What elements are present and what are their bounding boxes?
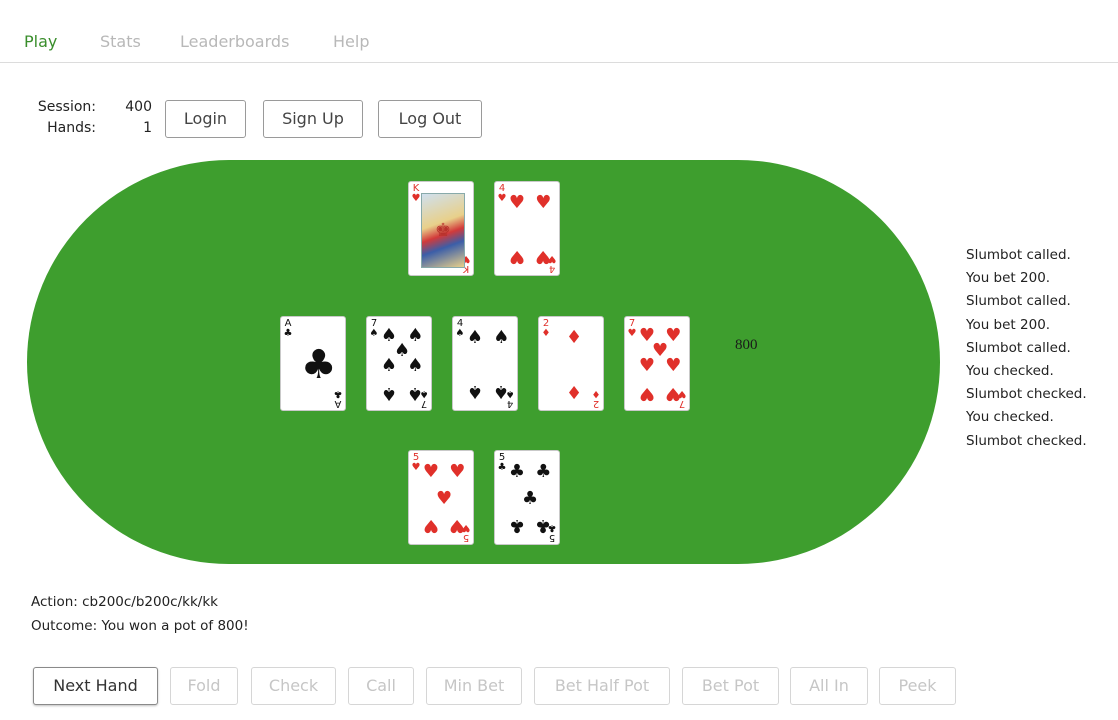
clubs-pip-icon: ♣ — [535, 515, 552, 537]
spades-pip-icon: ♠ — [466, 326, 483, 348]
card-corner-index: 5 ♣ — [497, 453, 507, 473]
spades-suit-icon: ♠ — [369, 328, 379, 339]
clubs-pip-icon: ♣ — [522, 487, 539, 509]
clubs-suit-icon: ♣ — [333, 388, 343, 399]
hearts-pip-icon: ♥ — [638, 355, 655, 377]
card-corner-index: K ♥ — [411, 184, 421, 204]
board-card-7-of-spades: 7 ♠ 7 ♠ ♠ ♠ ♠ ♠ ♠ ♠ ♠ — [366, 316, 432, 411]
signup-button[interactable]: Sign Up — [263, 100, 363, 138]
card-corner-index: 4 ♠ — [455, 319, 465, 339]
all-in-button[interactable]: All In — [790, 667, 868, 705]
bet-half-pot-button[interactable]: Bet Half Pot — [534, 667, 670, 705]
nav-play[interactable]: Play — [24, 32, 57, 51]
hearts-suit-icon: ♥ — [411, 462, 421, 473]
hands-label: Hands: — [47, 120, 96, 136]
fold-button[interactable]: Fold — [170, 667, 238, 705]
card-corner-index: 2 ♦ — [541, 319, 551, 339]
diamonds-pip-icon: ♦ — [566, 326, 583, 348]
board-card-a-of-clubs: A ♣ A ♣ ♣ — [280, 316, 346, 411]
log-line: Slumbot checked. — [966, 432, 1087, 449]
card-corner-index: 2 ♦ — [591, 388, 601, 409]
king-crown-icon: ♚ — [435, 220, 452, 241]
spades-pip-icon: ♠ — [407, 383, 424, 404]
diamonds-pip-icon: ♦ — [566, 381, 583, 403]
hearts-pip-icon: ♥ — [436, 487, 453, 509]
action-log: Slumbot called. You bet 200. Slumbot cal… — [966, 244, 1087, 453]
spades-pip-icon: ♠ — [493, 326, 510, 348]
nav-leaderboards[interactable]: Leaderboards — [180, 32, 289, 51]
log-line: You bet 200. — [966, 316, 1051, 333]
log-line: Slumbot called. — [966, 247, 1071, 263]
hearts-suit-icon: ♥ — [627, 328, 637, 339]
log-line: Slumbot checked. — [966, 386, 1087, 403]
min-bet-button[interactable]: Min Bet — [426, 667, 522, 705]
outcome-text: Outcome: You won a pot of 800! — [31, 618, 249, 634]
check-button[interactable]: Check — [251, 667, 336, 705]
hearts-pip-icon: ♥ — [449, 460, 466, 482]
logout-button[interactable]: Log Out — [378, 100, 482, 138]
diamonds-suit-icon: ♦ — [591, 388, 601, 399]
spades-pip-icon: ♠ — [407, 355, 424, 377]
next-hand-button[interactable]: Next Hand — [33, 667, 158, 705]
clubs-pip-icon: ♣ — [508, 515, 525, 537]
hearts-suit-icon: ♥ — [497, 193, 507, 204]
hearts-pip-icon: ♥ — [422, 460, 439, 482]
hearts-pip-icon: ♥ — [665, 355, 682, 377]
log-line: You checked. — [966, 363, 1054, 380]
spades-suit-icon: ♠ — [455, 328, 465, 339]
card-corner-index: 4 ♥ — [497, 184, 507, 204]
spades-pip-icon: ♠ — [380, 355, 397, 377]
diamonds-suit-icon: ♦ — [541, 328, 551, 339]
hearts-suit-icon: ♥ — [411, 193, 421, 204]
board-card-4-of-spades: 4 ♠ 4 ♠ ♠ ♠ ♠ ♠ — [452, 316, 518, 411]
pot-amount: 800 — [735, 337, 758, 353]
hearts-pip-icon: ♥ — [508, 246, 525, 268]
top-nav: Play Stats Leaderboards Help — [0, 0, 1118, 63]
board-card-7-of-hearts: 7 ♥ 7 ♥ ♥ ♥ ♥ ♥ ♥ ♥ ♥ — [624, 316, 690, 411]
opponent-card-k-of-hearts: K ♥ K ♥ ♚ — [408, 181, 474, 276]
king-face-icon: ♚ — [421, 193, 465, 268]
clubs-suit-icon: ♣ — [497, 462, 507, 473]
card-rank: 2 — [592, 398, 600, 409]
opponent-card-4-of-hearts: 4 ♥ 4 ♥ ♥ ♥ ♥ ♥ — [494, 181, 560, 276]
card-corner-index: 7 ♥ — [627, 319, 637, 339]
nav-stats[interactable]: Stats — [100, 32, 141, 51]
nav-help[interactable]: Help — [333, 32, 369, 51]
spades-pip-icon: ♠ — [466, 381, 483, 403]
player-card-5-of-hearts: 5 ♥ 5 ♥ ♥ ♥ ♥ ♥ ♥ — [408, 450, 474, 545]
spades-pip-icon: ♠ — [380, 383, 397, 404]
hands-value: 1 — [143, 120, 152, 136]
spades-pip-icon: ♠ — [493, 381, 510, 403]
hearts-pip-icon: ♥ — [449, 515, 466, 537]
clubs-pip-icon: ♣ — [300, 341, 337, 388]
card-corner-index: 5 ♥ — [411, 453, 421, 473]
board-card-2-of-diamonds: 2 ♦ 2 ♦ ♦ ♦ — [538, 316, 604, 411]
session-label: Session: — [37, 99, 96, 115]
card-corner-index: 7 ♠ — [369, 319, 379, 339]
hearts-pip-icon: ♥ — [535, 191, 552, 213]
clubs-pip-icon: ♣ — [535, 460, 552, 482]
card-rank: A — [334, 398, 342, 409]
call-button[interactable]: Call — [348, 667, 414, 705]
log-line: You checked. — [966, 409, 1054, 426]
action-string: Action: cb200c/b200c/kk/kk — [31, 594, 218, 610]
hearts-pip-icon: ♥ — [508, 191, 525, 213]
clubs-pip-icon: ♣ — [508, 460, 525, 482]
hearts-pip-icon: ♥ — [665, 383, 682, 404]
card-corner-index: A ♣ — [333, 388, 343, 409]
login-button[interactable]: Login — [165, 100, 246, 138]
log-line: Slumbot called. — [966, 293, 1071, 310]
hearts-pip-icon: ♥ — [638, 383, 655, 404]
session-value: 400 — [125, 99, 152, 115]
peek-button[interactable]: Peek — [879, 667, 956, 705]
log-line: You bet 200. — [966, 270, 1051, 287]
card-corner-index: A ♣ — [283, 319, 293, 339]
player-card-5-of-clubs: 5 ♣ 5 ♣ ♣ ♣ ♣ ♣ ♣ — [494, 450, 560, 545]
hearts-pip-icon: ♥ — [535, 246, 552, 268]
log-line: Slumbot called. — [966, 339, 1071, 356]
clubs-suit-icon: ♣ — [283, 328, 293, 339]
bet-pot-button[interactable]: Bet Pot — [682, 667, 779, 705]
hearts-pip-icon: ♥ — [422, 515, 439, 537]
